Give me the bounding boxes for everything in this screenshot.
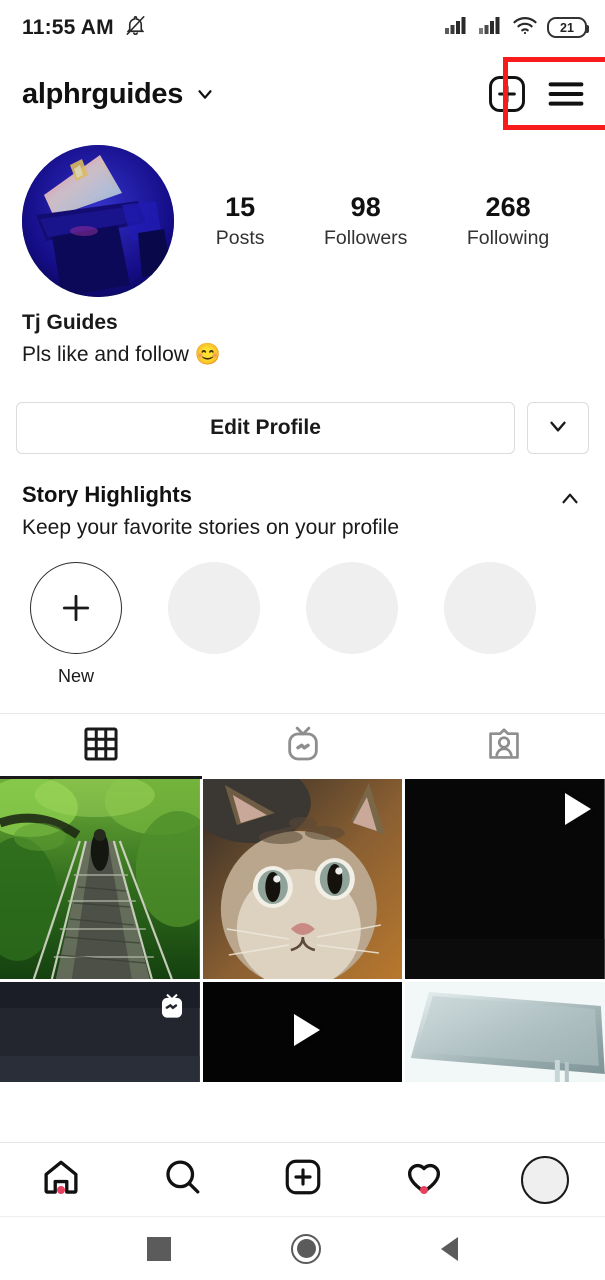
battery-indicator: 21 bbox=[547, 17, 589, 38]
story-highlights-list: New bbox=[22, 540, 583, 687]
story-highlights-subtitle: Keep your favorite stories on your profi… bbox=[22, 516, 400, 539]
hamburger-menu-button[interactable] bbox=[543, 71, 589, 117]
recents-button[interactable] bbox=[147, 1236, 171, 1261]
avatar-icon bbox=[520, 1155, 569, 1204]
grid-post-item[interactable] bbox=[0, 982, 200, 1082]
highlight-new-label: New bbox=[57, 666, 94, 686]
igtv-icon bbox=[158, 992, 186, 1020]
highlight-placeholder-circle bbox=[306, 562, 398, 654]
highlight-placeholder-circle bbox=[168, 562, 260, 654]
stat-following-value: 268 bbox=[485, 191, 531, 222]
edit-profile-button[interactable]: Edit Profile bbox=[16, 402, 515, 454]
tab-tagged[interactable] bbox=[403, 714, 605, 779]
nav-search[interactable] bbox=[121, 1156, 242, 1203]
tagged-person-icon bbox=[485, 725, 523, 768]
avatar[interactable] bbox=[22, 145, 174, 297]
play-icon bbox=[294, 1014, 321, 1046]
profile-bio: Tj Guides Pls like and follow 😊 bbox=[0, 297, 605, 370]
story-highlights-collapse-button[interactable] bbox=[557, 482, 583, 517]
grid-post-item[interactable] bbox=[0, 779, 200, 979]
stat-posts-value: 15 bbox=[225, 191, 256, 222]
display-name: Tj Guides bbox=[22, 311, 118, 334]
highlight-placeholder[interactable] bbox=[438, 562, 542, 654]
grid-post-item[interactable] bbox=[202, 779, 403, 979]
profile-actions: Edit Profile bbox=[0, 370, 605, 454]
stat-followers[interactable]: 98 Followers bbox=[324, 191, 407, 251]
chevron-down-icon bbox=[545, 413, 571, 444]
tab-igtv[interactable] bbox=[202, 714, 404, 779]
home-icon bbox=[40, 1156, 82, 1203]
grid-post-item[interactable] bbox=[405, 982, 605, 1082]
post-grid bbox=[0, 779, 605, 1082]
avatar-wrapper[interactable] bbox=[22, 145, 180, 297]
status-time: 11:55 AM bbox=[22, 15, 114, 39]
grid-icon bbox=[82, 725, 120, 768]
plus-icon bbox=[30, 562, 122, 654]
chevron-down-icon[interactable] bbox=[194, 83, 216, 105]
nav-badge-dot bbox=[56, 1186, 65, 1194]
story-highlights-header: Story Highlights Keep your favorite stor… bbox=[22, 482, 583, 540]
nav-create[interactable] bbox=[242, 1156, 363, 1203]
stat-followers-value: 98 bbox=[350, 191, 381, 222]
status-bar-right: 21 bbox=[444, 15, 589, 40]
stat-following[interactable]: 268 Following bbox=[467, 191, 549, 251]
highlight-placeholder[interactable] bbox=[300, 562, 404, 654]
grid-post-item[interactable] bbox=[405, 779, 605, 979]
nav-activity[interactable] bbox=[363, 1156, 484, 1203]
story-highlights-title: Story Highlights bbox=[22, 482, 192, 507]
battery-level: 21 bbox=[560, 20, 574, 35]
plus-square-icon bbox=[282, 1156, 324, 1203]
bio-text: Pls like and follow 😊 bbox=[22, 342, 221, 366]
profile-stats: 15 Posts 98 Followers 268 Following bbox=[180, 191, 583, 251]
story-highlights-section: Story Highlights Keep your favorite stor… bbox=[0, 454, 605, 687]
status-bar-left: 11:55 AM bbox=[22, 14, 147, 42]
profile-summary: 15 Posts 98 Followers 268 Following bbox=[0, 133, 605, 297]
tab-grid[interactable] bbox=[0, 714, 202, 779]
signal-icon bbox=[444, 15, 469, 40]
nav-home[interactable] bbox=[0, 1156, 121, 1203]
igtv-icon bbox=[283, 724, 323, 769]
profile-tabs bbox=[0, 713, 605, 779]
wifi-icon bbox=[512, 15, 538, 40]
header-actions bbox=[485, 71, 589, 117]
bottom-navigation bbox=[0, 1142, 605, 1216]
status-bar: 11:55 AM 21 bbox=[0, 0, 605, 55]
stat-followers-label: Followers bbox=[323, 226, 408, 249]
highlight-placeholder[interactable] bbox=[162, 562, 266, 654]
android-navigation-bar bbox=[0, 1216, 605, 1280]
chevron-up-icon bbox=[557, 493, 583, 516]
profile-header: alphrguides bbox=[0, 55, 605, 133]
highlight-placeholder-circle bbox=[444, 562, 536, 654]
story-highlights-text: Story Highlights Keep your favorite stor… bbox=[22, 482, 399, 540]
stat-following-label: Following bbox=[466, 226, 550, 249]
nav-profile[interactable] bbox=[484, 1155, 605, 1204]
heart-icon bbox=[403, 1156, 445, 1203]
stat-posts-label: Posts bbox=[215, 226, 265, 249]
signal-icon bbox=[478, 15, 503, 40]
home-button[interactable] bbox=[291, 1233, 321, 1264]
profile-options-button[interactable] bbox=[527, 402, 589, 454]
page-title[interactable]: alphrguides bbox=[22, 78, 183, 111]
search-icon bbox=[161, 1156, 203, 1203]
highlight-new-button[interactable]: New bbox=[24, 562, 128, 687]
nav-badge-dot bbox=[419, 1186, 428, 1194]
stat-posts[interactable]: 15 Posts bbox=[216, 191, 265, 251]
bell-muted-icon bbox=[124, 14, 147, 42]
grid-post-item[interactable] bbox=[202, 982, 403, 1082]
circle-icon bbox=[296, 1239, 316, 1258]
add-post-button[interactable] bbox=[485, 72, 529, 116]
play-icon bbox=[565, 793, 591, 825]
back-button[interactable] bbox=[441, 1236, 458, 1261]
